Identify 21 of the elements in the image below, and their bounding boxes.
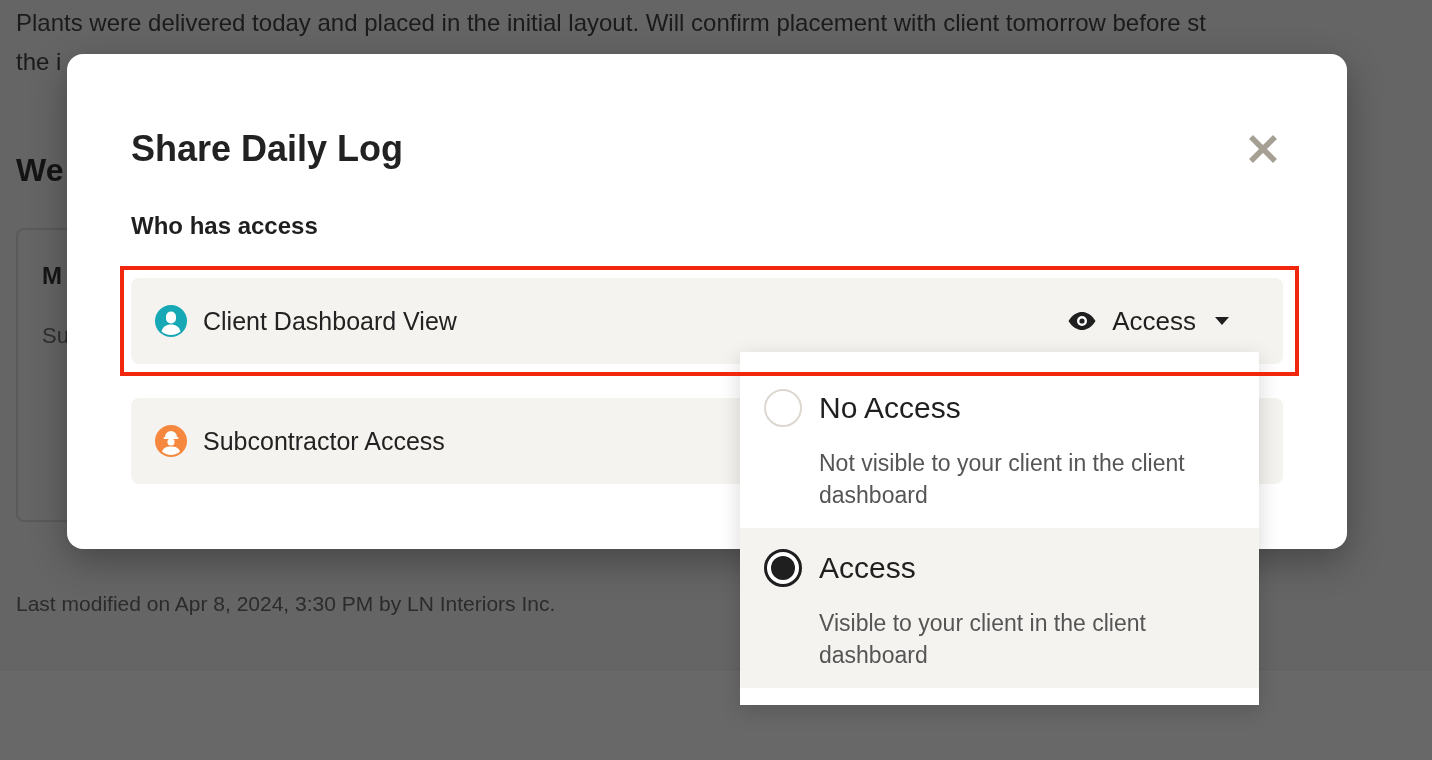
note-text-line: Plants were delivered today and placed in the initial layout. Will confirm placement with client tomorrow before st bbox=[16, 8, 1206, 38]
option-label: Access bbox=[819, 550, 916, 586]
option-description: Not visible to your client in the client dashboard bbox=[819, 449, 1186, 510]
section-label: Who has access bbox=[131, 211, 319, 241]
option-label: No Access bbox=[819, 390, 961, 426]
eye-icon bbox=[1068, 312, 1097, 330]
access-option[interactable]: No Access Not visible to your client in the client dashboard bbox=[740, 368, 1259, 528]
close-icon bbox=[1247, 133, 1279, 165]
caret-icon bbox=[1215, 317, 1229, 325]
access-option[interactable]: Access Visible to your client in the client dashboard bbox=[740, 528, 1259, 688]
access-dropdown[interactable]: Access bbox=[1056, 299, 1259, 343]
close-button[interactable] bbox=[1247, 133, 1279, 165]
dialog-title: Share Daily Log bbox=[131, 127, 404, 171]
card-title: M bbox=[42, 261, 62, 291]
row-label: Client Dashboard View bbox=[203, 306, 457, 337]
row-label: Subcontractor Access bbox=[203, 426, 445, 457]
last-modified-text: Last modified on Apr 8, 2024, 3:30 PM by LN Interiors Inc. bbox=[16, 591, 556, 617]
section-heading: We bbox=[16, 151, 64, 190]
note-text-line: the i bbox=[16, 47, 62, 77]
radio-icon[interactable] bbox=[764, 549, 802, 587]
option-description: Visible to your client in the client dashboard bbox=[819, 609, 1147, 670]
